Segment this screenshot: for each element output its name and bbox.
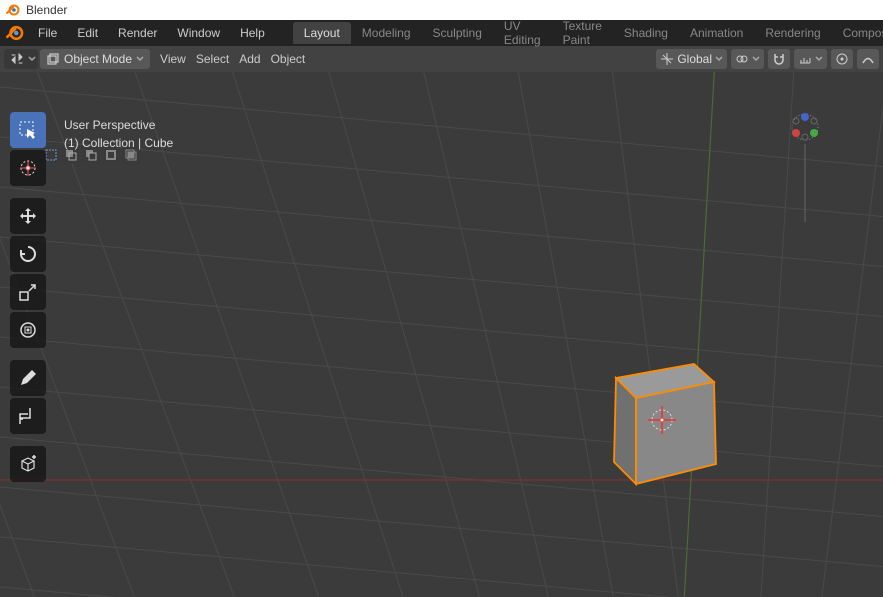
pivot-icon — [735, 52, 749, 66]
tool-scale[interactable] — [10, 274, 46, 310]
toolbar — [10, 112, 46, 482]
tool-add-cube[interactable] — [10, 446, 46, 482]
chevron-down-icon — [815, 55, 823, 63]
falloff-icon — [861, 52, 875, 66]
mode-label: Object Mode — [64, 52, 132, 66]
context-label: (1) Collection | Cube — [64, 134, 173, 152]
tab-modeling[interactable]: Modeling — [351, 22, 422, 44]
tool-annotate[interactable] — [10, 360, 46, 396]
3d-viewport[interactable]: User Perspective (1) Collection | Cube — [0, 72, 883, 597]
pivot-dropdown[interactable] — [731, 49, 764, 69]
header-add[interactable]: Add — [239, 52, 260, 66]
tool-cursor[interactable] — [10, 150, 46, 186]
workspace-tabs: Layout Modeling Sculpting UV Editing Tex… — [293, 15, 883, 51]
cube-object[interactable] — [598, 356, 728, 496]
tool-transform[interactable] — [10, 312, 46, 348]
header-object[interactable]: Object — [271, 52, 306, 66]
tool-move[interactable] — [10, 198, 46, 234]
tab-layout[interactable]: Layout — [293, 22, 351, 44]
tab-uv-editing[interactable]: UV Editing — [493, 15, 552, 51]
proportional-button[interactable] — [831, 49, 853, 69]
menu-edit[interactable]: Edit — [67, 22, 108, 44]
top-menubar: File Edit Render Window Help Layout Mode… — [0, 20, 883, 46]
tab-compositing[interactable]: Compositing — [832, 22, 883, 44]
tab-texture-paint[interactable]: Texture Paint — [552, 15, 613, 51]
menu-render[interactable]: Render — [108, 22, 167, 44]
chevron-down-icon — [752, 55, 760, 63]
orientation-icon — [660, 52, 674, 66]
header-menus: View Select Add Object — [160, 52, 305, 66]
snap-type-dropdown[interactable] — [794, 49, 827, 69]
app-title: Blender — [26, 3, 67, 17]
perspective-label: User Perspective — [64, 116, 173, 134]
chevron-down-icon — [136, 55, 144, 63]
viewport-overlay-text: User Perspective (1) Collection | Cube — [64, 116, 173, 152]
tool-measure[interactable] — [10, 398, 46, 434]
tab-rendering[interactable]: Rendering — [754, 22, 831, 44]
object-mode-icon — [46, 52, 60, 66]
header-view[interactable]: View — [160, 52, 186, 66]
chevron-down-icon — [715, 55, 723, 63]
snap-increment-icon — [798, 52, 812, 66]
tool-select-box[interactable] — [10, 112, 46, 148]
menu-window[interactable]: Window — [167, 22, 230, 44]
tab-shading[interactable]: Shading — [613, 22, 679, 44]
magnet-icon — [772, 52, 786, 66]
menu-help[interactable]: Help — [230, 22, 275, 44]
tab-animation[interactable]: Animation — [679, 22, 754, 44]
blender-logo-icon — [6, 3, 20, 17]
mode-dropdown[interactable]: Object Mode — [40, 49, 150, 69]
proportional-icon — [835, 52, 849, 66]
proportional-type-dropdown[interactable] — [857, 49, 879, 69]
orientation-dropdown[interactable]: Global — [656, 49, 727, 69]
blender-splash-icon[interactable] — [6, 22, 24, 44]
tab-sculpting[interactable]: Sculpting — [422, 22, 493, 44]
nav-gizmo[interactable] — [785, 112, 825, 232]
header-select[interactable]: Select — [196, 52, 229, 66]
tool-rotate[interactable] — [10, 236, 46, 272]
orientation-label: Global — [677, 52, 712, 66]
menu-file[interactable]: File — [28, 22, 67, 44]
editor-type-dropdown[interactable] — [4, 49, 38, 69]
chevron-down-icon — [28, 55, 36, 63]
snap-button[interactable] — [768, 49, 790, 69]
